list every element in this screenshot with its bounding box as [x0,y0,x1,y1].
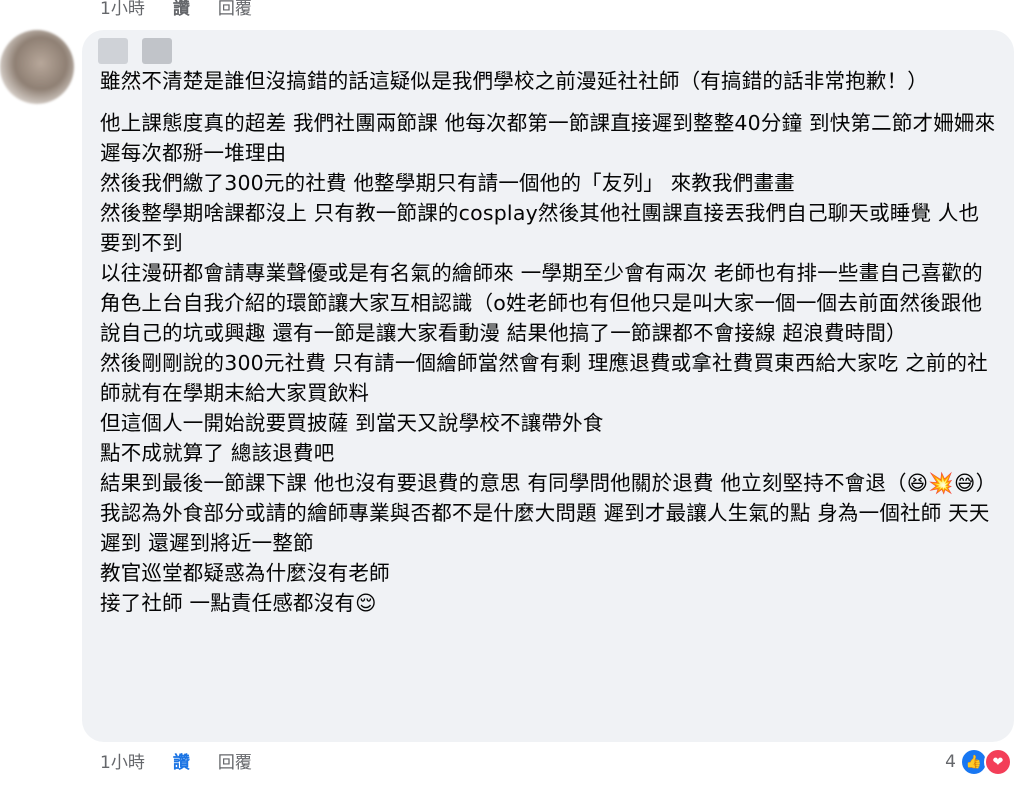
timestamp[interactable]: 1小時 [100,0,145,19]
comment-actions: 1小時 讚 回覆 [100,748,252,773]
reaction-summary[interactable]: 4 👍 ❤ [945,748,1012,776]
like-button[interactable]: 讚 [173,748,190,773]
reply-button[interactable]: 回覆 [218,0,252,19]
author-name-redacted[interactable] [98,38,172,64]
comment-line: 但這個人一開始說要買披薩 到當天又說學校不讓帶外食 [100,411,604,435]
comment-line: 結果到最後一節課下課 他也沒有要退費的意思 有同學問他關於退費 他立刻堅持不會退… [100,471,997,495]
comment-line: 點不成就算了 總該退費吧 [100,441,335,465]
comment-line: 接了社師 一點責任感都沒有😌 [100,591,377,615]
comment-line: 然後整學期啥課都沒上 只有教一節課的cosplay然後其他社團課直接丟我們自己聊… [100,201,980,255]
redacted-block [142,38,172,64]
comment-line: 他上課態度真的超差 我們社團兩節課 他每次都第一節課直接遲到整整40分鐘 到快第… [100,111,996,165]
like-button[interactable]: 讚 [173,0,190,19]
comment-line: 然後我們繳了300元的社費 他整學期只有請一個他的「友列」 來教我們畫畫 [100,171,795,195]
avatar[interactable] [0,30,74,104]
previous-comment-actions: 1小時 讚 回覆 [100,0,252,19]
comment-line: 我認為外食部分或請的繪師專業與否都不是什麼大問題 遲到才最讓人生氣的點 身為一個… [100,501,990,555]
comment-line: 然後剛剛說的300元社費 只有請一個繪師當然會有剩 理應退費或拿社費買東西給大家… [100,351,988,405]
comment-text: 雖然不清楚是誰但沒搞錯的話這疑似是我們學校之前漫延社社師（有搞錯的話非常抱歉！）… [100,66,1000,618]
timestamp[interactable]: 1小時 [100,748,145,773]
comment-line: 以往漫研都會請專業聲優或是有名氣的繪師來 一學期至少會有兩次 老師也有排一些畫自… [100,261,983,345]
comment-line: 雖然不清楚是誰但沒搞錯的話這疑似是我們學校之前漫延社社師（有搞錯的話非常抱歉！） [100,69,928,93]
redacted-block [98,38,128,64]
love-icon: ❤ [984,748,1012,776]
comment-line: 教官巡堂都疑惑為什麼沒有老師 [100,561,390,585]
reply-button[interactable]: 回覆 [218,748,252,773]
reaction-count: 4 [945,752,956,772]
